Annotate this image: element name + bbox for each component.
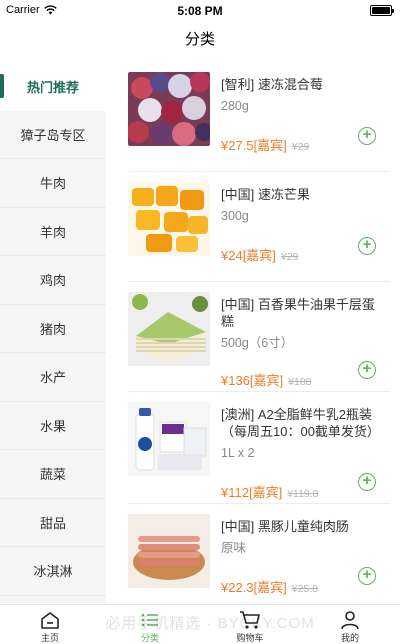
product-item[interactable]: [中国] 黑豚儿童纯肉肠 原味 ¥22.3[嘉宾] ¥25.8 + — [118, 504, 390, 604]
product-spec: 1L x 2 — [221, 446, 255, 460]
sidebar-item-hot[interactable]: 热门推荐 — [0, 62, 106, 111]
product-spec: 280g — [221, 99, 249, 113]
product-item[interactable]: [中国] 速冻芒果 300g ¥24[嘉宾] ¥29 + — [118, 172, 390, 282]
product-info: [中国] 百香果牛油果千层蛋糕 500g（6寸） — [221, 296, 381, 351]
product-spec: 500g（6寸） — [221, 336, 294, 350]
original-price: ¥119.8 — [287, 488, 319, 500]
clock-time: 5:08 PM — [177, 4, 223, 18]
price-row: ¥24[嘉宾] ¥29 — [221, 245, 361, 264]
tab-cart[interactable]: 购物车 — [200, 605, 300, 644]
profile-icon — [341, 611, 359, 630]
product-spec: 300g — [221, 209, 249, 223]
original-price: ¥29 — [291, 141, 310, 153]
tab-category[interactable]: 分类 — [100, 605, 200, 644]
original-price: ¥29 — [280, 251, 299, 263]
tab-label: 分类 — [140, 633, 159, 643]
sidebar-item-zhangzidao[interactable]: 獐子岛专区 — [0, 110, 106, 159]
sidebar-item-label: 鸡肉 — [39, 273, 66, 289]
sidebar-item-label: 牛肉 — [39, 176, 66, 192]
sidebar-item-label: 蔬菜 — [39, 467, 66, 483]
status-bar: Carrier 5:08 PM — [0, 0, 400, 22]
tab-profile[interactable]: 我的 — [300, 605, 400, 644]
product-name: [智利] 速冻混合莓 — [221, 77, 323, 92]
sidebar-item-desserts[interactable]: 甜品 — [0, 498, 106, 547]
member-price: ¥27.5[嘉宾] — [221, 138, 287, 153]
sidebar-item-label: 羊肉 — [39, 224, 66, 240]
tab-bar: 主页 分类 购物车 我的 — [0, 604, 400, 644]
product-image-sausage[interactable] — [128, 514, 210, 588]
tab-label: 购物车 — [236, 633, 264, 643]
product-name: [中国] 百香果牛油果千层蛋糕 — [221, 297, 375, 329]
member-price: ¥24[嘉宾] — [221, 248, 276, 263]
sidebar-item-fruit[interactable]: 水果 — [0, 401, 106, 450]
sidebar-item-label: 猪肉 — [39, 321, 66, 337]
product-name: [中国] 速冻芒果 — [221, 187, 310, 202]
product-image-milk[interactable] — [128, 402, 210, 476]
add-to-cart-button[interactable]: + — [358, 237, 376, 255]
tab-label: 我的 — [340, 633, 359, 643]
home-icon — [41, 612, 59, 629]
sidebar-item-lamb[interactable]: 羊肉 — [0, 207, 106, 256]
list-icon — [141, 613, 158, 627]
category-sidebar: 热门推荐 獐子岛专区 牛肉 羊肉 鸡肉 猪肉 水产 水果 蔬菜 甜品 冰淇淋 — [0, 62, 106, 604]
product-image-crepe-cake[interactable] — [128, 292, 210, 366]
product-image-mixed-berries[interactable] — [128, 72, 210, 146]
member-price: ¥112[嘉宾] — [221, 485, 283, 500]
price-row: ¥112[嘉宾] ¥119.8 — [221, 482, 361, 501]
add-to-cart-button[interactable]: + — [358, 473, 376, 491]
sidebar-item-vegetables[interactable]: 蔬菜 — [0, 450, 106, 499]
product-item[interactable]: [智利] 速冻混合莓 280g ¥27.5[嘉宾] ¥29 + — [118, 62, 390, 172]
nav-bar: 分类 — [0, 22, 400, 62]
price-row: ¥27.5[嘉宾] ¥29 — [221, 135, 361, 154]
tab-label: 主页 — [40, 633, 59, 643]
add-to-cart-button[interactable]: + — [358, 567, 376, 585]
member-price: ¥136[嘉宾] — [221, 373, 284, 388]
product-info: [智利] 速冻混合莓 280g — [221, 76, 381, 114]
sidebar-item-ice-cream[interactable]: 冰淇淋 — [0, 547, 106, 596]
sidebar-item-seafood[interactable]: 水产 — [0, 353, 106, 402]
sidebar-item-chicken[interactable]: 鸡肉 — [0, 256, 106, 305]
tab-home[interactable]: 主页 — [0, 605, 100, 644]
original-price: ¥188 — [288, 376, 312, 388]
sidebar-item-label: 獐子岛专区 — [20, 127, 86, 143]
product-item[interactable]: [中国] 百香果牛油果千层蛋糕 500g（6寸） ¥136[嘉宾] ¥188 + — [118, 282, 390, 392]
price-row: ¥136[嘉宾] ¥188 — [221, 370, 361, 389]
product-info: [中国] 黑豚儿童纯肉肠 原味 — [221, 518, 381, 556]
add-to-cart-button[interactable]: + — [358, 127, 376, 145]
battery-icon — [370, 5, 394, 16]
sidebar-item-label: 冰淇淋 — [33, 564, 73, 580]
cart-icon — [240, 611, 260, 629]
sidebar-item-label: 水果 — [39, 418, 66, 434]
sidebar-item-label: 热门推荐 — [26, 79, 79, 95]
product-name: [中国] 黑豚儿童纯肉肠 — [221, 519, 349, 534]
product-info: [中国] 速冻芒果 300g — [221, 186, 381, 224]
sidebar-item-pork[interactable]: 猪肉 — [0, 304, 106, 353]
price-row: ¥22.3[嘉宾] ¥25.8 — [221, 577, 361, 596]
product-image-mango[interactable] — [128, 182, 210, 256]
product-list: [智利] 速冻混合莓 280g ¥27.5[嘉宾] ¥29 + [中国] 速冻芒… — [118, 62, 400, 604]
member-price: ¥22.3[嘉宾] — [221, 580, 287, 595]
add-to-cart-button[interactable]: + — [358, 361, 376, 379]
product-name: [澳洲] A2全脂鲜牛乳2瓶装（每周五10：00截单发货） — [221, 407, 380, 439]
product-spec: 原味 — [221, 541, 247, 555]
product-info: [澳洲] A2全脂鲜牛乳2瓶装（每周五10：00截单发货） 1L x 2 — [221, 406, 381, 461]
sidebar-item-label: 水产 — [39, 370, 66, 386]
page-title: 分类 — [184, 31, 215, 48]
original-price: ¥25.8 — [291, 583, 319, 595]
product-item[interactable]: [澳洲] A2全脂鲜牛乳2瓶装（每周五10：00截单发货） 1L x 2 ¥11… — [118, 392, 390, 504]
sidebar-item-label: 甜品 — [39, 515, 66, 531]
sidebar-item-beef[interactable]: 牛肉 — [0, 159, 106, 208]
